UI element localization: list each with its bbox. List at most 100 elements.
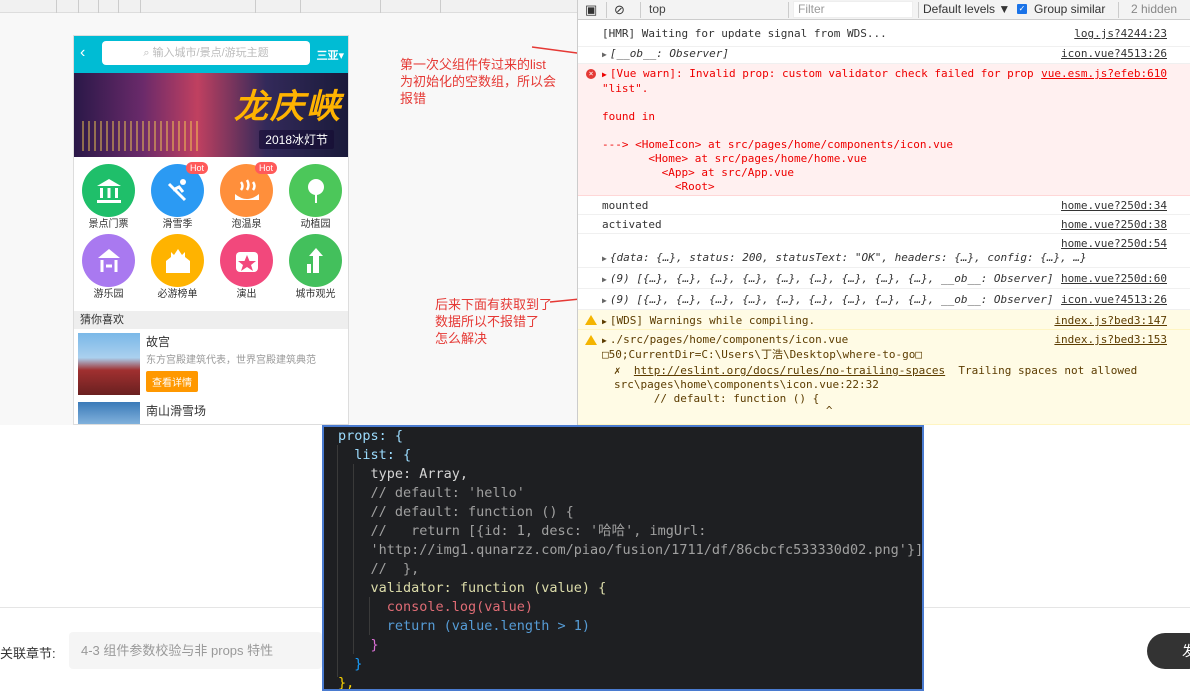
- category-item[interactable]: Hot 泡温泉: [212, 162, 281, 231]
- clear-console-icon[interactable]: ⊘: [614, 2, 625, 18]
- context-selector[interactable]: top: [649, 2, 666, 16]
- category-icon: [82, 164, 135, 217]
- attraction-title: 南山滑雪场: [146, 404, 207, 418]
- source-link[interactable]: index.js?bed3:153: [1054, 333, 1167, 347]
- divider: [924, 607, 1190, 608]
- category-label: 景点门票: [88, 219, 129, 230]
- banner-subtitle: 2018冰灯节: [259, 130, 334, 149]
- banner-title: 龙庆峡: [234, 87, 342, 127]
- source-link[interactable]: icon.vue?4513:26: [1061, 293, 1167, 307]
- log-levels-dropdown[interactable]: Default levels ▼: [923, 2, 1010, 16]
- back-arrow-icon[interactable]: ‹: [80, 44, 85, 62]
- code-line: }: [338, 637, 379, 653]
- attraction-image: [78, 402, 140, 424]
- expand-triangle-icon: ▶: [602, 50, 607, 59]
- source-link[interactable]: index.js?bed3:147: [1054, 314, 1167, 328]
- source-link[interactable]: home.vue?250d:54: [1061, 237, 1167, 251]
- eslint-rule-link[interactable]: http://eslint.org/docs/rules/no-trailing…: [634, 364, 945, 377]
- code-editor: props: { list: { type: Array, // default…: [322, 425, 924, 691]
- error-row[interactable]: × ▶ [Vue warn]: Invalid prop: custom vali…: [578, 64, 1190, 196]
- log-row[interactable]: activated home.vue?250d:38: [578, 215, 1190, 234]
- publish-button[interactable]: 发: [1147, 633, 1190, 669]
- category-item[interactable]: 景点门票: [74, 164, 143, 231]
- category-item[interactable]: 城市观光: [281, 234, 348, 301]
- console-toolbar: ▣ ⊘ top Filter Default levels ▼ ✓ Group …: [578, 0, 1190, 20]
- caret-down-icon: ▾: [338, 50, 344, 62]
- hidden-count: 2 hidden: [1131, 2, 1178, 16]
- browser-top-strip: [0, 0, 578, 13]
- code-line: // default: 'hello': [338, 485, 525, 501]
- code-line: console.log(value): [338, 599, 534, 615]
- group-similar-checkbox[interactable]: ✓: [1017, 4, 1027, 14]
- code-line: return (value.length > 1): [338, 618, 590, 634]
- phone-header: ‹ ⌕ 输入城市/景点/游玩主题 三亚▾: [74, 36, 348, 73]
- category-item[interactable]: 游乐园: [74, 234, 143, 301]
- category-item[interactable]: Hot 滑雪季: [143, 162, 212, 231]
- attraction-image: [78, 333, 140, 395]
- category-item[interactable]: 动植园: [281, 164, 348, 231]
- category-item[interactable]: 演出: [212, 234, 281, 301]
- annotation-note-2: 后来下面有获取到了 数据所以不报错了 怎么解决: [435, 297, 553, 346]
- category-icon: [289, 164, 342, 217]
- category-icon: [289, 234, 342, 287]
- banner-lights-decoration: [82, 121, 202, 151]
- city-selector[interactable]: 三亚▾: [316, 47, 344, 63]
- attraction-desc: 东方宫殿建筑代表，世界宫殿建筑典范: [146, 355, 316, 366]
- warning-row[interactable]: ▶ [WDS] Warnings while compiling. index.js…: [578, 310, 1190, 330]
- code-line: validator: function (value) {: [338, 580, 607, 596]
- sidebar-toggle-icon[interactable]: ▣: [585, 2, 597, 18]
- category-icon: [151, 234, 204, 287]
- code-line: list: {: [338, 447, 412, 463]
- source-link[interactable]: home.vue?250d:60: [1061, 272, 1167, 286]
- divider: [0, 607, 322, 608]
- category-label: 游乐园: [93, 289, 124, 300]
- category-label: 必游榜单: [157, 289, 198, 300]
- category-icon: Hot: [220, 162, 277, 217]
- search-input[interactable]: ⌕ 输入城市/景点/游玩主题: [102, 41, 310, 65]
- error-icon: ×: [586, 69, 596, 79]
- filter-input[interactable]: Filter: [793, 1, 913, 18]
- source-link[interactable]: log.js?4244:23: [1074, 27, 1167, 41]
- log-row[interactable]: [HMR] Waiting for update signal from WDS…: [578, 27, 1190, 47]
- log-row[interactable]: ▶ [__ob__: Observer] icon.vue?4513:26: [578, 47, 1190, 64]
- code-line: props: {: [338, 428, 404, 444]
- category-icon: Hot: [151, 162, 208, 217]
- mobile-preview: ‹ ⌕ 输入城市/景点/游玩主题 三亚▾ 龙庆峡 2018冰灯节 景点门票 Hot…: [73, 35, 349, 425]
- hot-badge: Hot: [254, 162, 277, 174]
- warning-icon: [585, 335, 597, 345]
- related-chapter-field[interactable]: 4-3 组件参数校验与非 props 特性: [69, 632, 322, 669]
- source-link[interactable]: vue.esm.js?efeb:610: [1041, 67, 1167, 81]
- log-row[interactable]: mounted home.vue?250d:34: [578, 196, 1190, 215]
- error-x-icon: ✗: [614, 364, 621, 377]
- code-line: }: [338, 656, 363, 672]
- code-line: 'http://img1.qunarzz.com/piao/fusion/171…: [338, 542, 924, 558]
- related-chapter-label: 关联章节:: [0, 646, 56, 661]
- search-placeholder: 输入城市/景点/游玩主题: [152, 47, 269, 59]
- code-line: type: Array,: [338, 466, 469, 482]
- banner[interactable]: 龙庆峡 2018冰灯节: [74, 73, 348, 157]
- log-row[interactable]: ▶ (9) [{…}, {…}, {…}, {…}, {…}, {…}, {…},…: [578, 268, 1190, 289]
- view-details-button[interactable]: 查看详情: [146, 371, 198, 392]
- code-line: // },: [338, 561, 420, 577]
- hot-badge: Hot: [185, 162, 208, 174]
- log-row[interactable]: home.vue?250d:54 ▶ {data: {…}, status: 20…: [578, 234, 1190, 268]
- code-line: },: [338, 675, 355, 691]
- warning-icon: [585, 315, 597, 325]
- attraction-title: 故宫: [146, 335, 171, 349]
- category-item[interactable]: 必游榜单: [143, 234, 212, 301]
- source-link[interactable]: home.vue?250d:34: [1061, 199, 1167, 213]
- category-label: 滑雪季: [162, 219, 193, 230]
- devtools-console: ▣ ⊘ top Filter Default levels ▼ ✓ Group …: [577, 0, 1190, 425]
- warning-row[interactable]: ▶ ./src/pages/home/components/icon.vue ind…: [578, 330, 1190, 425]
- expand-triangle-icon: ▶: [602, 70, 607, 79]
- category-icon: [82, 234, 135, 287]
- group-similar-label: Group similar: [1034, 2, 1106, 16]
- category-label: 城市观光: [295, 289, 336, 300]
- log-row[interactable]: ▶ (9) [{…}, {…}, {…}, {…}, {…}, {…}, {…},…: [578, 289, 1190, 310]
- source-link[interactable]: icon.vue?4513:26: [1061, 47, 1167, 61]
- code-line: // default: function () {: [338, 504, 574, 520]
- category-icon: [220, 234, 273, 287]
- code-line: // return [{id: 1, desc: '哈哈', imgUrl:: [338, 523, 707, 539]
- category-label: 泡温泉: [231, 219, 262, 230]
- source-link[interactable]: home.vue?250d:38: [1061, 218, 1167, 232]
